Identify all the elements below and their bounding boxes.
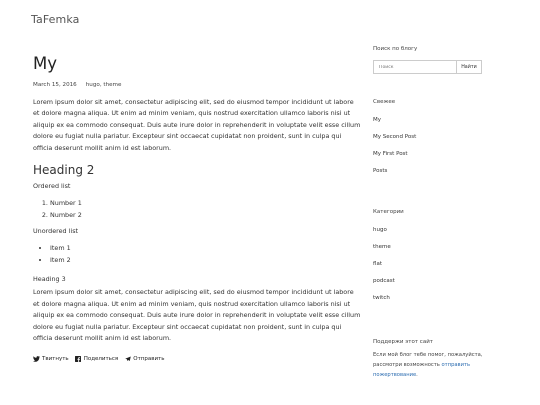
list-item: Item 1	[50, 243, 361, 255]
list-item: Number 1	[50, 198, 361, 210]
category-link[interactable]: podcast	[373, 278, 404, 284]
ordered-list-label: Ordered list	[33, 182, 71, 191]
post-tags[interactable]: hugo, theme	[86, 82, 122, 88]
recent-post-link[interactable]: My Second Post	[373, 134, 416, 140]
twitter-share-button[interactable]: Твитнуть	[33, 355, 69, 362]
recent-post-link[interactable]: My First Post	[373, 151, 416, 157]
list-item: Item 2	[50, 255, 361, 267]
paragraph: Lorem ipsum dolor sit amet, consectetur …	[33, 288, 361, 343]
category-link[interactable]: flat	[373, 261, 404, 267]
search-heading: Поиск по блогу	[373, 46, 418, 52]
categories-heading: Категории	[373, 209, 404, 215]
support-heading: Поддержи этот сайт	[373, 339, 433, 345]
category-link[interactable]: theme	[373, 244, 404, 250]
post-title: My	[33, 54, 58, 73]
search-button[interactable]: Найти	[456, 60, 482, 74]
support-text: Если мой блог тебе помог, пожалуйста, ра…	[373, 352, 483, 378]
search-form: Найти	[373, 60, 503, 74]
category-link[interactable]: hugo	[373, 227, 404, 233]
telegram-icon	[124, 355, 131, 362]
support-widget: Поддержи этот сайт Если мой блог тебе по…	[373, 339, 488, 380]
sidebar: Поиск по блогу Найти Свежее My My Second…	[373, 46, 503, 378]
category-link[interactable]: twitch	[373, 295, 404, 301]
share-bar: Твитнуть Поделиться Отправить	[33, 355, 361, 362]
unordered-list: Item 1 Item 2	[50, 243, 361, 266]
post-date: March 15, 2016	[33, 82, 77, 88]
search-input[interactable]	[373, 60, 456, 74]
post-content: My March 15, 2016 hugo, theme Lorem ipsum…	[33, 54, 361, 362]
site-title[interactable]: TaFemka	[31, 13, 79, 26]
heading-3: Heading 3	[33, 275, 66, 284]
heading-2: Heading 2	[33, 163, 95, 178]
recent-post-link[interactable]: Posts	[373, 168, 416, 174]
post-meta: March 15, 2016 hugo, theme	[33, 82, 361, 88]
recent-post-link[interactable]: My	[373, 117, 416, 123]
facebook-share-button[interactable]: Поделиться	[75, 355, 118, 362]
unordered-list-label: Unordered list	[33, 227, 79, 236]
ordered-list: Number 1 Number 2	[50, 198, 361, 221]
recent-posts-heading: Свежее	[373, 99, 396, 105]
categories-widget: Категории hugo theme flat podcast twitch	[373, 209, 404, 301]
telegram-share-button[interactable]: Отправить	[124, 355, 165, 362]
twitter-icon	[33, 355, 40, 362]
list-item: Number 2	[50, 210, 361, 222]
facebook-icon	[75, 355, 82, 362]
paragraph: Lorem ipsum dolor sit amet, consectetur …	[33, 98, 361, 152]
recent-posts-widget: Свежее My My Second Post My First Post P…	[373, 99, 416, 174]
